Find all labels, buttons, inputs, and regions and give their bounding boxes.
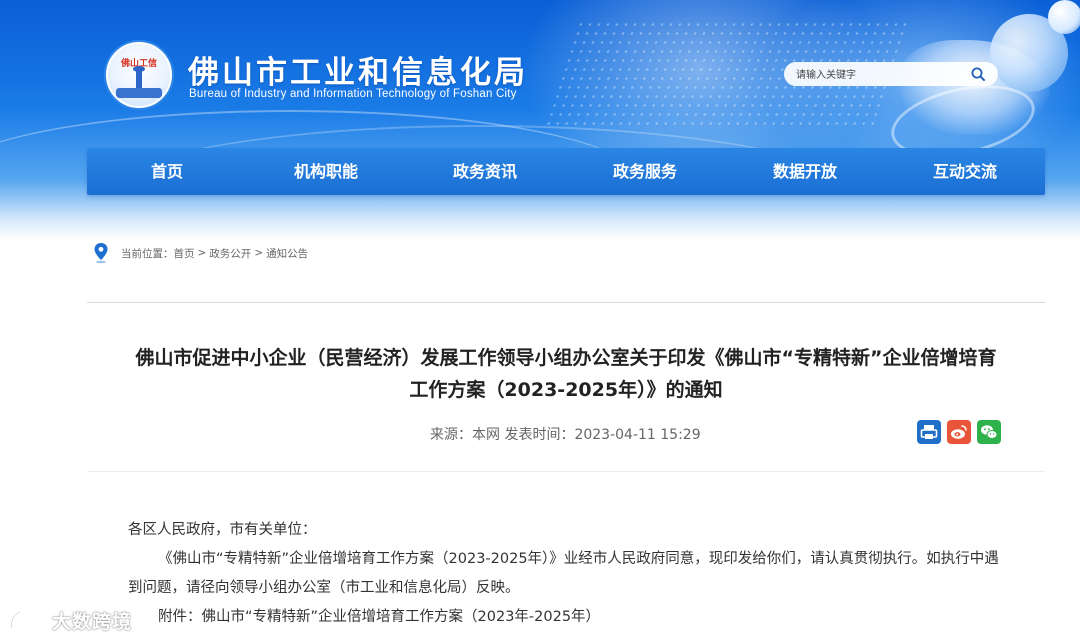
article-body: 各区人民政府，市有关单位： 《佛山市“专精特新”企业倍增培育工作方案（2023-… — [128, 516, 1008, 632]
nav-item-interaction[interactable]: 互动交流 — [885, 148, 1045, 195]
header-banner — [0, 0, 1080, 240]
share-print-button[interactable] — [917, 420, 941, 444]
nav-item-news[interactable]: 政务资讯 — [405, 148, 565, 195]
nav-item-services[interactable]: 政务服务 — [565, 148, 725, 195]
site-logo[interactable]: 佛山工信 — [106, 42, 172, 108]
breadcrumb-separator: > — [254, 247, 264, 259]
nav-item-home[interactable]: 首页 — [87, 148, 247, 195]
print-icon — [920, 425, 938, 439]
search-box — [784, 62, 998, 86]
nav-item-open-data[interactable]: 数据开放 — [725, 148, 885, 195]
divider — [87, 471, 1045, 472]
article-paragraph: 《佛山市“专精特新”企业倍增培育工作方案（2023-2025年）》业经市人民政府… — [128, 551, 999, 596]
article-title-line: 佛山市促进中小企业（民营经济）发展工作领导小组办公室关于印发《佛山市“专精特新”… — [135, 347, 997, 369]
search-input[interactable] — [794, 65, 958, 85]
weibo-icon — [951, 425, 967, 439]
breadcrumb-separator: > — [197, 247, 207, 259]
breadcrumb: 当前位置： 首页 > 政务公开 > 通知公告 — [93, 240, 308, 266]
article-meta: 来源：本网 发表时间：2023-04-11 15:29 — [430, 427, 701, 443]
article-title: 佛山市促进中小企业（民营经济）发展工作领导小组办公室关于印发《佛山市“专精特新”… — [80, 342, 1052, 406]
logo-city — [116, 88, 162, 98]
share-weibo-button[interactable] — [947, 420, 971, 444]
share-wechat-button[interactable] — [977, 420, 1001, 444]
location-pin-icon — [94, 243, 108, 264]
watermark-logo-icon — [10, 610, 45, 630]
article-attachment[interactable]: 附件：佛山市“专精特新”企业倍增培育工作方案（2023年-2025年） — [128, 603, 1008, 632]
breadcrumb-item-notices[interactable]: 通知公告 — [266, 246, 308, 261]
divider — [87, 302, 1045, 303]
search-icon[interactable] — [970, 66, 986, 82]
watermark-text: 大数跨境 — [52, 610, 133, 633]
article-title-line: 工作方案（2023-2025年）》的通知 — [409, 379, 723, 401]
breadcrumb-item-home[interactable]: 首页 — [174, 246, 195, 261]
main-nav: 首页 机构职能 政务资讯 政务服务 数据开放 互动交流 — [87, 148, 1045, 195]
banner-sphere-graphic — [1048, 0, 1080, 34]
site-title: 佛山市工业和信息化局 — [188, 55, 528, 91]
wechat-icon — [981, 425, 998, 439]
article-salutation: 各区人民政府，市有关单位： — [128, 522, 317, 538]
site-subtitle: Bureau of Industry and Information Techn… — [189, 88, 517, 100]
watermark: 大数跨境 — [8, 604, 132, 636]
breadcrumb-prefix: 当前位置： — [121, 247, 174, 260]
nav-item-functions[interactable]: 机构职能 — [246, 148, 406, 195]
breadcrumb-item-gov-affairs[interactable]: 政务公开 — [209, 246, 251, 261]
